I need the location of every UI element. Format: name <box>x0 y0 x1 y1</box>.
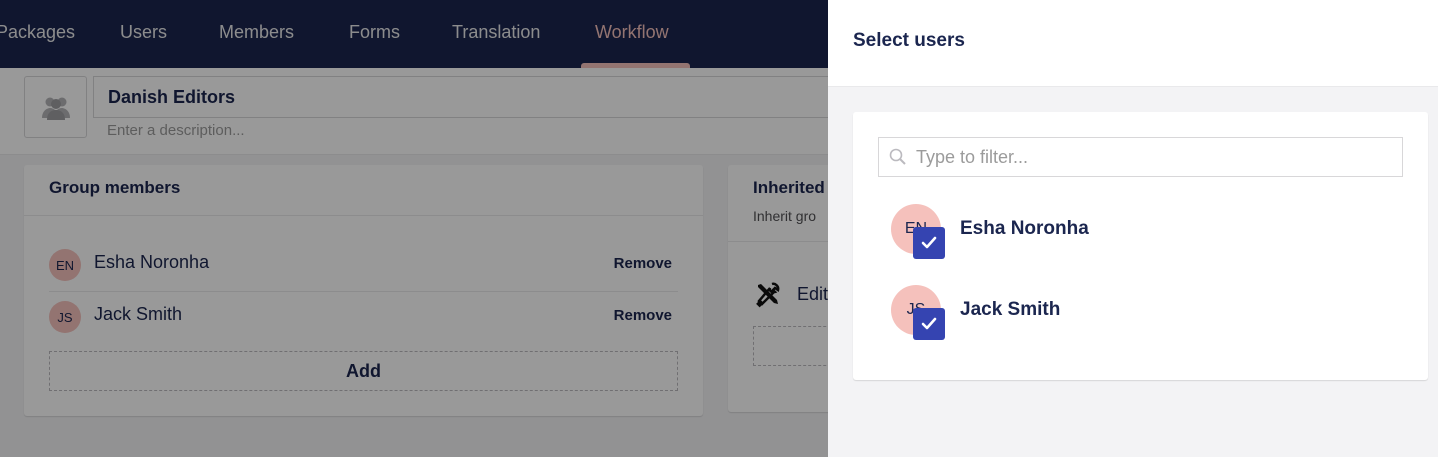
user-name: Jack Smith <box>960 299 1061 320</box>
selected-checkbox[interactable] <box>913 227 945 259</box>
search-icon <box>889 148 906 165</box>
user-name: Esha Noronha <box>960 218 1089 239</box>
user-list-item[interactable]: JS Jack Smith <box>891 285 1391 341</box>
panel-title: Select users <box>853 30 965 51</box>
checkmark-icon <box>921 236 937 249</box>
selected-checkbox[interactable] <box>913 308 945 340</box>
filter-input[interactable] <box>916 138 1396 176</box>
user-picker-box: EN Esha Noronha JS Jack Smith <box>853 112 1428 380</box>
user-list-item[interactable]: EN Esha Noronha <box>891 204 1391 260</box>
panel-header: Select users <box>828 0 1438 87</box>
checkmark-icon <box>921 317 937 330</box>
select-users-panel: Select users EN Esha Noronha JS <box>828 0 1438 457</box>
filter-field[interactable] <box>878 137 1403 177</box>
